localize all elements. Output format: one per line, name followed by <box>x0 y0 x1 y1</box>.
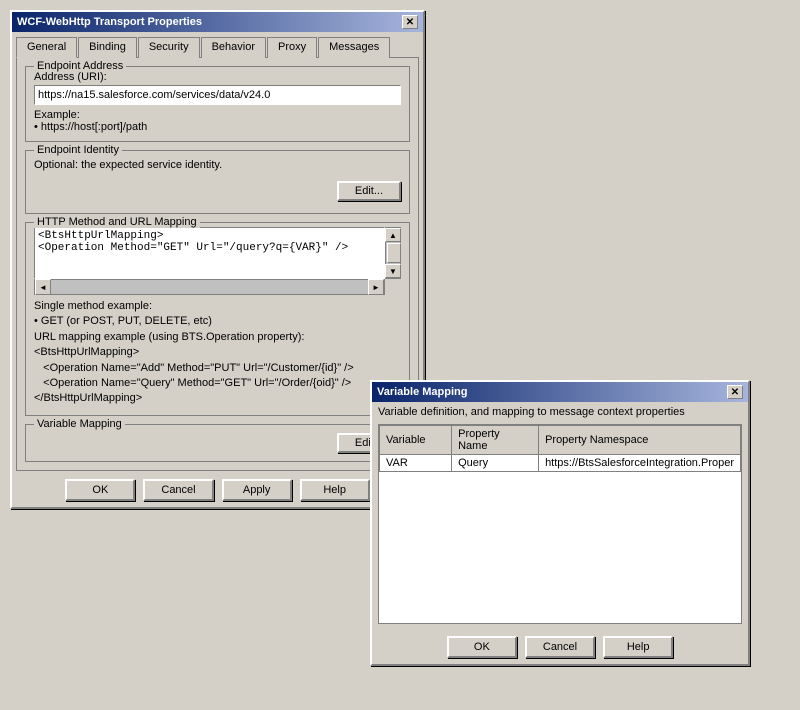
var-ok-button[interactable]: OK <box>447 636 517 658</box>
http-method-label: HTTP Method and URL Mapping <box>34 216 200 228</box>
tab-security[interactable]: Security <box>138 37 200 58</box>
var-title-bar-buttons: ✕ <box>727 385 743 399</box>
var-close-button[interactable]: ✕ <box>727 385 743 399</box>
table-row[interactable]: VAR Query https://BtsSalesforceIntegrati… <box>380 455 741 472</box>
variable-mapping-dialog: Variable Mapping ✕ Variable definition, … <box>370 380 750 666</box>
col-property-namespace: Property Namespace <box>539 426 741 455</box>
url-mapping-area: ▲ ▼ ◄ ► <box>34 227 401 295</box>
ok-button[interactable]: OK <box>65 479 135 501</box>
endpoint-address-group: Endpoint Address Address (URI): Example:… <box>25 66 410 142</box>
close-button[interactable]: ✕ <box>402 15 418 29</box>
tab-proxy[interactable]: Proxy <box>267 37 317 58</box>
horizontal-scrollbar[interactable]: ◄ ► <box>34 279 385 295</box>
bottom-button-row: OK Cancel Apply Help <box>12 471 423 507</box>
endpoint-identity-group: Endpoint Identity Optional: the expected… <box>25 150 410 214</box>
vertical-scrollbar[interactable]: ▲ ▼ <box>385 227 401 279</box>
var-help-button[interactable]: Help <box>603 636 673 658</box>
endpoint-address-label: Endpoint Address <box>34 60 126 72</box>
tab-behavior[interactable]: Behavior <box>201 37 266 58</box>
scroll-up-arrow[interactable]: ▲ <box>385 228 401 242</box>
address-field-label: Address (URI): <box>34 71 401 83</box>
var-cancel-button[interactable]: Cancel <box>525 636 595 658</box>
var-table-area: Variable Property Name Property Namespac… <box>378 424 742 624</box>
var-title-text: Variable Mapping <box>377 386 467 398</box>
endpoint-identity-edit-button[interactable]: Edit... <box>337 181 401 201</box>
variable-table: Variable Property Name Property Namespac… <box>379 425 741 472</box>
var-title-bar: Variable Mapping ✕ <box>372 382 748 402</box>
tab-messages[interactable]: Messages <box>318 37 390 58</box>
endpoint-identity-desc: Optional: the expected service identity. <box>34 155 401 181</box>
var-dialog-description: Variable definition, and mapping to mess… <box>372 402 748 424</box>
tab-general[interactable]: General <box>16 37 77 58</box>
textarea-row: ▲ ▼ <box>34 227 401 279</box>
scroll-track <box>386 242 400 264</box>
scroll-thumb[interactable] <box>387 243 401 263</box>
tab-content-general: Endpoint Address Address (URI): Example:… <box>16 57 419 471</box>
http-method-group: HTTP Method and URL Mapping ▲ ▼ ◄ <box>25 222 410 416</box>
address-input[interactable] <box>34 85 401 105</box>
var-bottom-button-row: OK Cancel Help <box>372 628 748 664</box>
title-bar-buttons: ✕ <box>402 15 418 29</box>
help-button[interactable]: Help <box>300 479 370 501</box>
scroll-down-arrow[interactable]: ▼ <box>385 264 401 278</box>
col-property-name: Property Name <box>452 426 539 455</box>
cell-variable: VAR <box>380 455 452 472</box>
scroll-left-arrow[interactable]: ◄ <box>35 279 51 295</box>
tab-bar: General Binding Security Behavior Proxy … <box>12 32 423 57</box>
scroll-right-arrow[interactable]: ► <box>368 279 384 295</box>
main-title-text: WCF-WebHttp Transport Properties <box>17 16 202 28</box>
tab-binding[interactable]: Binding <box>78 37 137 58</box>
variable-mapping-group-label: Variable Mapping <box>34 418 125 430</box>
variable-mapping-edit-row: Edit... <box>34 433 401 453</box>
xml-content-textarea[interactable] <box>34 227 385 279</box>
apply-button[interactable]: Apply <box>222 479 292 501</box>
cancel-button[interactable]: Cancel <box>143 479 213 501</box>
variable-mapping-group: Variable Mapping Edit... <box>25 424 410 462</box>
cell-property-namespace: https://BtsSalesforceIntegration.Proper <box>539 455 741 472</box>
info-text: Single method example: • GET (or POST, P… <box>34 299 401 407</box>
example-label: Example: • https://host[:port]/path <box>34 109 401 133</box>
endpoint-identity-label: Endpoint Identity <box>34 144 122 156</box>
cell-property-name: Query <box>452 455 539 472</box>
scroll-track-h <box>51 280 368 294</box>
main-dialog: WCF-WebHttp Transport Properties ✕ Gener… <box>10 10 425 509</box>
col-variable: Variable <box>380 426 452 455</box>
main-title-bar: WCF-WebHttp Transport Properties ✕ <box>12 12 423 32</box>
